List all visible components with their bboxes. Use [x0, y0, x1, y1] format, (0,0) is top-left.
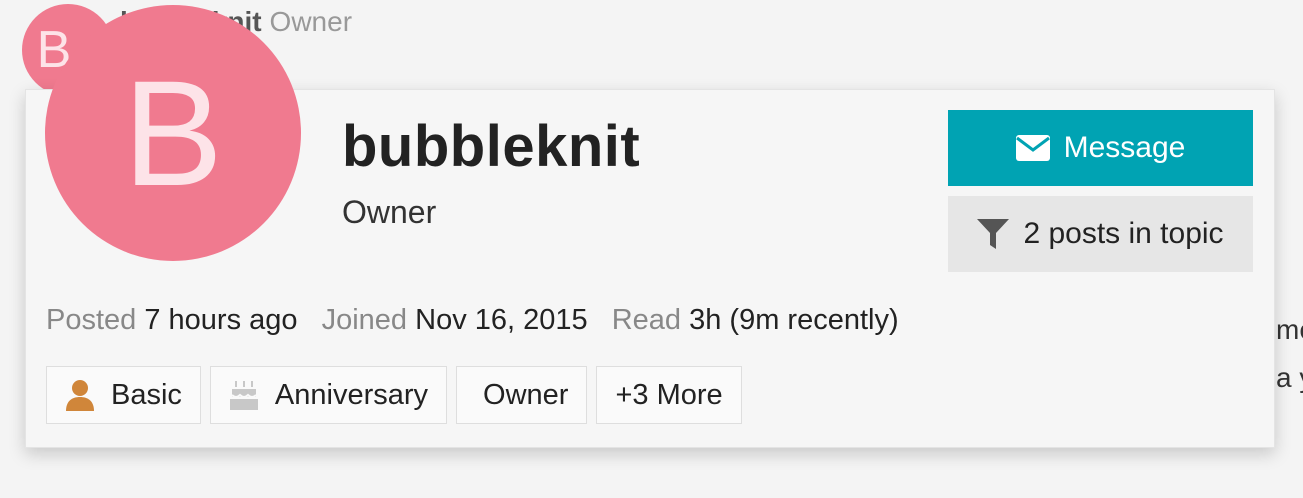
user-card-avatar-letter: B [122, 49, 224, 217]
user-card-stats: Posted 7 hours ago Joined Nov 16, 2015 R… [46, 300, 899, 340]
page: B bubbleknitOwner me a y B bubbleknit Ow… [0, 0, 1303, 498]
message-button-label: Message [1063, 131, 1186, 164]
user-card-avatar[interactable]: B [45, 5, 301, 261]
posted-label: Posted [46, 304, 137, 336]
post-body-fragment: a y [1276, 362, 1303, 393]
envelope-icon [1015, 135, 1050, 161]
badge-anniversary[interactable]: Anniversary [209, 366, 448, 424]
filter-posts-button-label: 2 posts in topic [1023, 217, 1224, 250]
filter-icon [977, 219, 1010, 249]
read-value: 3h (9m recently) [689, 304, 899, 336]
badge-owner[interactable]: Owner [456, 366, 588, 424]
cake-icon [229, 379, 259, 411]
badge-label: Anniversary [274, 378, 429, 411]
badge-label: +3 More [615, 378, 723, 411]
message-button[interactable]: Message [948, 110, 1253, 186]
badge-label: Owner [483, 378, 569, 411]
read-label: Read [611, 304, 682, 336]
more-badges-button[interactable]: +3 More [596, 366, 742, 424]
post-body-fragment: me [1276, 314, 1303, 345]
filter-posts-button[interactable]: 2 posts in topic [948, 196, 1253, 272]
posted-value: 7 hours ago [144, 304, 298, 336]
user-card-title: Owner [342, 194, 437, 230]
user-badges: Basic Anniversary Owner +3 More [46, 366, 742, 424]
user-card-username[interactable]: bubbleknit [342, 112, 640, 182]
badge-basic[interactable]: Basic [46, 366, 201, 424]
user-icon [65, 379, 95, 411]
joined-value: Nov 16, 2015 [415, 304, 588, 336]
badge-label: Basic [111, 378, 182, 411]
joined-label: Joined [321, 304, 408, 336]
post-author-title: Owner [269, 6, 353, 37]
